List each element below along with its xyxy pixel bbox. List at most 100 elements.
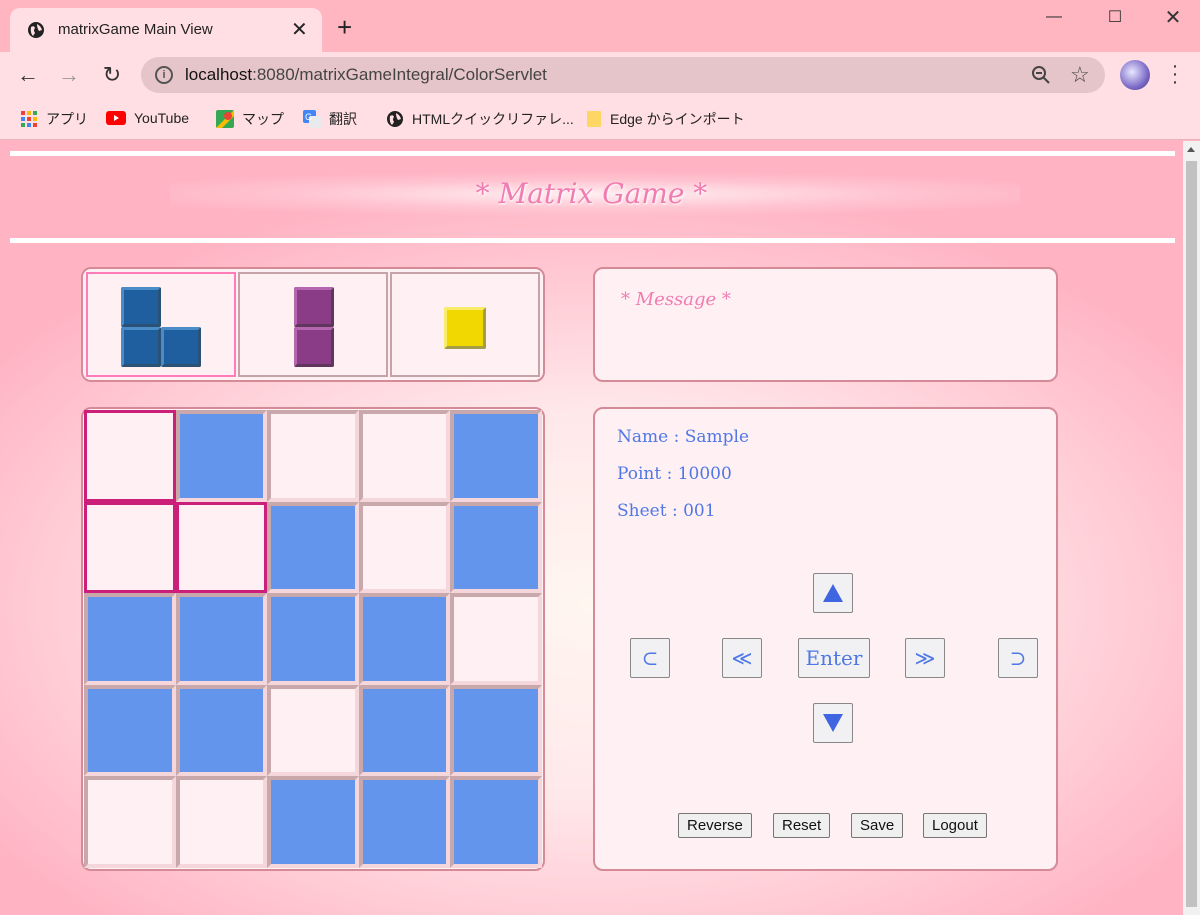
tab-title: matrixGame Main View bbox=[58, 21, 213, 38]
bookmark-label: アプリ bbox=[46, 111, 88, 127]
menu-icon[interactable]: · · · bbox=[1168, 56, 1182, 92]
board-cell[interactable] bbox=[450, 593, 542, 685]
reset-button[interactable]: Reset bbox=[773, 813, 831, 838]
board-cell[interactable] bbox=[175, 684, 268, 777]
player-point: Point : 10000 bbox=[617, 464, 732, 484]
piece-block bbox=[294, 327, 334, 367]
reverse-button[interactable]: Reverse bbox=[678, 813, 752, 838]
piece-slot-square[interactable] bbox=[390, 272, 540, 377]
piece-block bbox=[444, 307, 486, 349]
board-cell[interactable] bbox=[358, 684, 451, 777]
bookmark-label: HTMLクイックリファレ... bbox=[412, 111, 574, 127]
bookmark-label: YouTube bbox=[134, 110, 190, 126]
page-viewport: * Matrix Game * * Message * Name : Sampl… bbox=[0, 141, 1183, 915]
board-cell[interactable] bbox=[175, 593, 268, 685]
down-arrow-icon bbox=[823, 714, 843, 732]
bookmark-star-icon[interactable]: ☆ bbox=[1070, 62, 1090, 88]
bookmark-label: マップ bbox=[242, 111, 284, 127]
board-cell[interactable] bbox=[267, 501, 359, 594]
page-title: * Matrix Game * bbox=[475, 177, 708, 210]
url-text[interactable]: localhost:8080/matrixGameIntegral/ColorS… bbox=[185, 65, 547, 85]
board-cell[interactable] bbox=[267, 684, 359, 777]
board-cell[interactable] bbox=[358, 410, 451, 502]
board-cell[interactable] bbox=[358, 593, 451, 685]
zoom-icon[interactable] bbox=[1031, 65, 1051, 85]
board-cell[interactable] bbox=[175, 410, 268, 502]
bookmark-label: Edge からインポート bbox=[610, 111, 745, 127]
board-cell[interactable] bbox=[175, 501, 268, 594]
board-cell[interactable] bbox=[450, 684, 542, 777]
youtube-icon bbox=[106, 111, 126, 125]
board-cell[interactable] bbox=[267, 776, 359, 868]
scroll-up-icon[interactable] bbox=[1187, 147, 1195, 152]
forward-icon[interactable]: → bbox=[54, 60, 84, 90]
piece-slot-bar[interactable] bbox=[238, 272, 388, 377]
piece-slot-l[interactable] bbox=[86, 272, 236, 377]
bookmark-edge-import[interactable]: Edge からインポート bbox=[586, 109, 745, 129]
board-cell[interactable] bbox=[84, 410, 176, 502]
move-down-button[interactable] bbox=[813, 703, 853, 743]
move-left-button[interactable]: ≪ bbox=[722, 638, 762, 678]
logout-button[interactable]: Logout bbox=[923, 813, 987, 838]
bookmark-translate[interactable]: G 翻訳 bbox=[303, 109, 357, 129]
message-title: * Message * bbox=[621, 289, 731, 310]
board-cell[interactable] bbox=[358, 501, 451, 594]
enter-button[interactable]: Enter bbox=[798, 638, 870, 678]
tab-strip: matrixGame Main View ✕ + — ☐ ✕ bbox=[0, 0, 1200, 52]
bookmark-maps[interactable]: マップ bbox=[216, 109, 284, 129]
globe-icon bbox=[28, 22, 44, 38]
piece-block bbox=[121, 287, 161, 327]
info-icon[interactable]: i bbox=[155, 66, 173, 84]
player-name: Name : Sample bbox=[617, 427, 750, 447]
apps-grid-icon bbox=[21, 111, 37, 127]
board-cell[interactable] bbox=[450, 501, 542, 594]
globe-icon bbox=[387, 111, 403, 127]
scroll-thumb[interactable] bbox=[1186, 161, 1197, 907]
bookmark-html-reference[interactable]: HTMLクイックリファレ... bbox=[386, 109, 574, 129]
board-cell[interactable] bbox=[175, 776, 268, 868]
window-close-icon[interactable]: ✕ bbox=[1150, 4, 1196, 30]
board-cell[interactable] bbox=[450, 776, 542, 868]
info-panel: Name : Sample Point : 10000 Sheet : 001 … bbox=[593, 407, 1058, 871]
board-cell[interactable] bbox=[267, 593, 359, 685]
bookmark-label: 翻訳 bbox=[329, 111, 357, 127]
browser-toolbar: ← → ↻ i localhost:8080/matrixGameIntegra… bbox=[0, 52, 1200, 100]
board-cell[interactable] bbox=[84, 593, 176, 685]
back-icon[interactable]: ← bbox=[13, 60, 43, 90]
divider bbox=[10, 151, 1175, 156]
piece-selector bbox=[81, 267, 545, 382]
maps-icon bbox=[216, 110, 234, 128]
bookmark-apps[interactable]: アプリ bbox=[20, 109, 88, 129]
translate-icon: G bbox=[303, 110, 321, 128]
move-right-button[interactable]: ≫ bbox=[905, 638, 945, 678]
board-cell[interactable] bbox=[358, 776, 451, 868]
board-cell[interactable] bbox=[84, 776, 176, 868]
browser-tab[interactable]: matrixGame Main View ✕ bbox=[10, 8, 322, 52]
board-cell[interactable] bbox=[267, 410, 359, 502]
game-board bbox=[81, 407, 545, 871]
divider bbox=[10, 238, 1175, 243]
new-tab-icon[interactable]: + bbox=[337, 14, 352, 40]
folder-icon bbox=[587, 111, 601, 127]
save-button[interactable]: Save bbox=[851, 813, 904, 838]
address-bar[interactable]: i localhost:8080/matrixGameIntegral/Colo… bbox=[141, 57, 1105, 93]
bookmarks-bar: アプリ YouTube マップ G 翻訳 HTMLクイックリファレ... Edg… bbox=[0, 100, 1200, 140]
minimize-icon[interactable]: — bbox=[1031, 4, 1077, 30]
maximize-icon[interactable]: ☐ bbox=[1092, 4, 1138, 30]
bookmark-youtube[interactable]: YouTube bbox=[106, 109, 189, 127]
board-cell[interactable] bbox=[84, 501, 176, 594]
board-cell[interactable] bbox=[84, 684, 176, 777]
close-icon[interactable]: ✕ bbox=[291, 17, 308, 42]
reload-icon[interactable]: ↻ bbox=[97, 60, 127, 90]
up-arrow-icon bbox=[823, 584, 843, 602]
scrollbar[interactable] bbox=[1183, 141, 1200, 915]
piece-block bbox=[161, 327, 201, 367]
avatar[interactable] bbox=[1120, 60, 1150, 90]
rotate-left-button[interactable]: ⊂ bbox=[630, 638, 670, 678]
message-panel: * Message * bbox=[593, 267, 1058, 382]
move-up-button[interactable] bbox=[813, 573, 853, 613]
sheet-number: Sheet : 001 bbox=[617, 501, 716, 521]
piece-block bbox=[294, 287, 334, 327]
board-cell[interactable] bbox=[450, 410, 542, 502]
rotate-right-button[interactable]: ⊃ bbox=[998, 638, 1038, 678]
